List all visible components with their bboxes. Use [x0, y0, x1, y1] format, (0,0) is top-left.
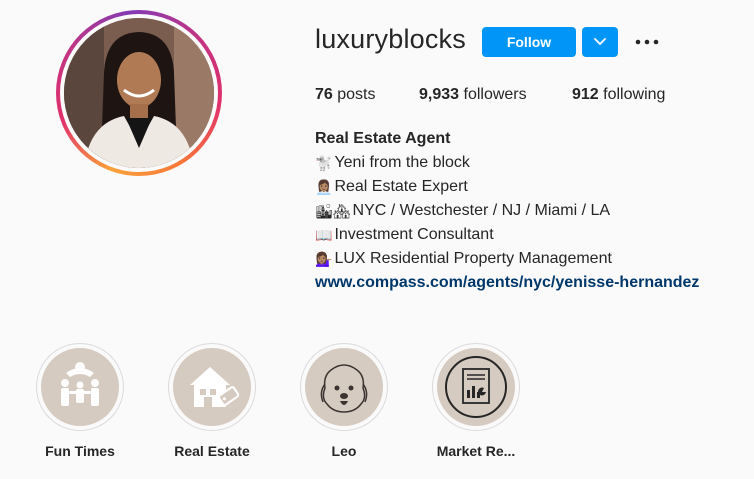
chevron-down-icon	[594, 38, 606, 46]
highlight-ring	[300, 343, 388, 431]
highlight-cover	[305, 348, 383, 426]
highlight-real-estate[interactable]: Real Estate	[152, 343, 272, 459]
highlight-label: Fun Times	[45, 443, 115, 459]
highlight-cover	[173, 348, 251, 426]
highlight-leo[interactable]: Leo	[284, 343, 404, 459]
family-icon	[61, 362, 99, 406]
more-options-button[interactable]	[634, 29, 660, 55]
avatar-photo	[64, 18, 214, 168]
bio-line-text: Yeni from the block	[334, 154, 470, 171]
highlight-cover	[41, 348, 119, 426]
posts-count: 76	[315, 86, 333, 103]
bio-line-text: Investment Consultant	[334, 226, 494, 243]
bio-name: Real Estate Agent	[315, 130, 451, 147]
following-count: 912	[572, 86, 599, 103]
bio-line: 💁🏽‍♀️ LUX Residential Property Managemen…	[315, 247, 699, 271]
bio-line: 📖 Investment Consultant	[315, 223, 699, 247]
posts-label: posts	[337, 86, 376, 103]
stat-followers[interactable]: 9,933 followers	[419, 86, 527, 104]
tipping-hand-woman-emoji-icon: 💁🏽‍♀️	[315, 251, 333, 267]
highlight-ring	[432, 343, 520, 431]
profile-avatar-ring[interactable]	[56, 10, 222, 176]
report-icon	[445, 356, 507, 418]
bio-line-text: Real Estate Expert	[334, 178, 468, 195]
highlight-ring	[168, 343, 256, 431]
poodle-emoji-icon: 🐩	[315, 155, 333, 171]
bio-line-text: NYC / Westchester / NJ / Miami / LA	[352, 202, 611, 219]
highlight-label: Market Re...	[436, 443, 516, 459]
suggested-dropdown-button[interactable]	[582, 27, 618, 57]
stat-posts: 76 posts	[315, 86, 376, 104]
followers-label: followers	[463, 86, 527, 103]
stat-following[interactable]: 912 following	[572, 86, 665, 104]
highlight-market-report[interactable]: Market Re...	[416, 343, 536, 459]
open-book-emoji-icon: 📖	[315, 227, 333, 243]
city-houses-emoji-icon: 🏙🏘	[315, 203, 351, 219]
followers-count: 9,933	[419, 86, 460, 103]
bio-website-link[interactable]: www.compass.com/agents/nyc/yenisse-herna…	[315, 274, 699, 291]
bio-line: 👩🏽‍💼 Real Estate Expert	[315, 175, 699, 199]
highlight-ring	[36, 343, 124, 431]
profile-bio: Real Estate Agent 🐩 Yeni from the block …	[315, 127, 699, 295]
dog-icon	[320, 364, 368, 413]
house-tag-icon	[190, 367, 240, 407]
highlight-fun-times[interactable]: Fun Times	[20, 343, 140, 459]
profile-username: luxuryblocks	[315, 24, 466, 54]
bio-line-text: LUX Residential Property Management	[334, 250, 612, 267]
avatar[interactable]	[64, 18, 214, 168]
highlight-label: Real Estate	[174, 443, 250, 459]
highlight-label: Leo	[331, 443, 357, 459]
follow-button[interactable]: Follow	[482, 27, 576, 57]
highlight-cover	[437, 348, 515, 426]
bio-line: 🏙🏘 NYC / Westchester / NJ / Miami / LA	[315, 199, 699, 223]
avatar-gap	[60, 14, 218, 172]
following-label: following	[603, 86, 666, 103]
businesswoman-emoji-icon: 👩🏽‍💼	[315, 179, 333, 195]
more-dots-icon	[635, 39, 659, 45]
bio-line: 🐩 Yeni from the block	[315, 151, 699, 175]
